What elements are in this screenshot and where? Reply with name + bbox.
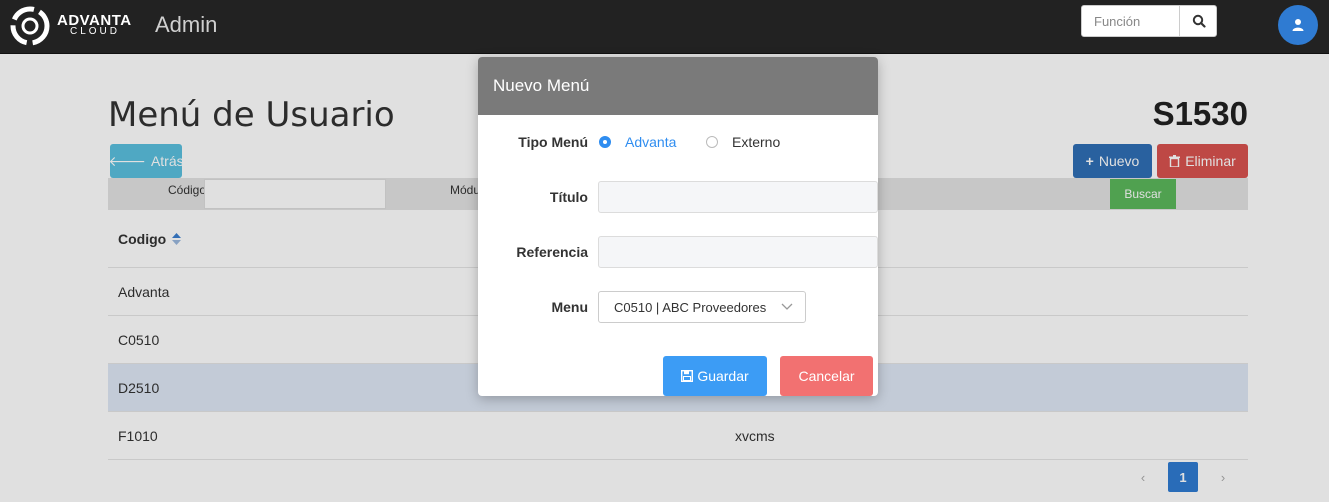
tipo-advanta-radio[interactable]: [599, 136, 611, 148]
search-icon: [1192, 14, 1206, 28]
menu-label: Menu: [551, 299, 588, 315]
referencia-field[interactable]: [598, 236, 878, 268]
app-title: Admin: [155, 12, 218, 37]
user-avatar-button[interactable]: [1278, 5, 1318, 45]
function-search: [1081, 5, 1217, 37]
titulo-field[interactable]: [598, 181, 878, 213]
cancel-button-label: Cancelar: [798, 368, 855, 384]
top-navbar: ADVANTA CLOUD Admin: [0, 0, 1329, 54]
titulo-label: Título: [549, 189, 588, 205]
advanta-logo-icon: [10, 6, 50, 46]
menu-select-value: C0510 | ABC Proveedores: [614, 300, 767, 315]
tipo-menu-label: Tipo Menú: [518, 134, 588, 150]
tipo-advanta-label[interactable]: Advanta: [625, 134, 676, 150]
tipo-externo-radio[interactable]: [706, 136, 718, 148]
referencia-label: Referencia: [516, 244, 588, 260]
tipo-externo-label[interactable]: Externo: [732, 134, 780, 150]
modal-title: Nuevo Menú: [493, 76, 590, 95]
save-icon: [681, 370, 694, 382]
user-icon: [1292, 19, 1304, 31]
function-search-input[interactable]: [1082, 6, 1179, 36]
new-menu-modal: Nuevo Menú Tipo Menú Advanta Externo Tít…: [478, 57, 878, 396]
save-button[interactable]: Guardar: [663, 356, 767, 396]
modal-header: Nuevo Menú: [478, 57, 878, 115]
search-button[interactable]: [1179, 6, 1217, 36]
chevron-down-icon: [781, 303, 793, 310]
brand-subname: CLOUD: [70, 26, 121, 37]
save-button-label: Guardar: [697, 368, 749, 384]
cancel-button[interactable]: Cancelar: [780, 356, 873, 396]
menu-select[interactable]: C0510 | ABC Proveedores: [598, 291, 806, 323]
